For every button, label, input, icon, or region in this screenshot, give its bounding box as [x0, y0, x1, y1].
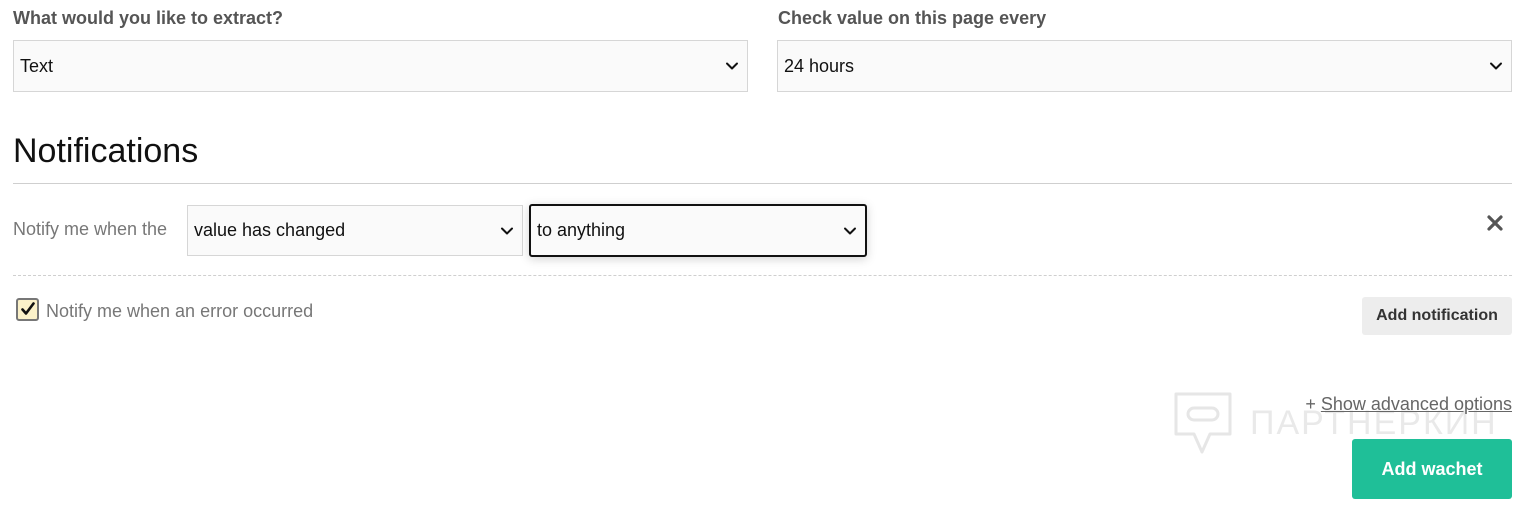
- section-divider: [13, 183, 1512, 184]
- advanced-options-link[interactable]: Show advanced options: [1321, 394, 1512, 414]
- notifications-title: Notifications: [13, 132, 199, 170]
- condition-select[interactable]: value has changed: [187, 205, 523, 256]
- chevron-down-icon: [726, 62, 738, 70]
- frequency-select[interactable]: 24 hours: [777, 40, 1512, 92]
- chevron-down-icon: [501, 227, 513, 234]
- frequency-label: Check value on this page every: [778, 8, 1047, 28]
- check-icon: [21, 302, 35, 315]
- error-notify-checkbox[interactable]: [16, 298, 39, 321]
- add-notification-button[interactable]: Add notification: [1362, 297, 1512, 335]
- close-icon[interactable]: [1484, 212, 1506, 234]
- target-select-value: to anything: [537, 220, 626, 240]
- error-notify-label[interactable]: Notify me when an error occurred: [46, 301, 313, 322]
- target-select[interactable]: to anything: [529, 204, 867, 257]
- advanced-options-prefix: +: [1305, 394, 1321, 414]
- frequency-select-value: 24 hours: [784, 55, 855, 76]
- advanced-options-toggle[interactable]: + Show advanced options: [1305, 394, 1512, 415]
- watch-form: What would you like to extract? Text Che…: [0, 0, 1527, 508]
- chevron-down-icon: [844, 227, 856, 234]
- notify-rule-prefix: Notify me when the: [13, 219, 168, 239]
- chevron-down-icon: [1490, 62, 1502, 70]
- watermark-icon: [1174, 392, 1232, 454]
- rule-divider: [13, 275, 1512, 276]
- add-watch-button[interactable]: Add wachet: [1352, 439, 1512, 499]
- extract-select[interactable]: Text: [13, 40, 748, 92]
- extract-label: What would you like to extract?: [13, 8, 284, 28]
- condition-select-value: value has changed: [194, 220, 346, 240]
- extract-select-value: Text: [20, 55, 54, 76]
